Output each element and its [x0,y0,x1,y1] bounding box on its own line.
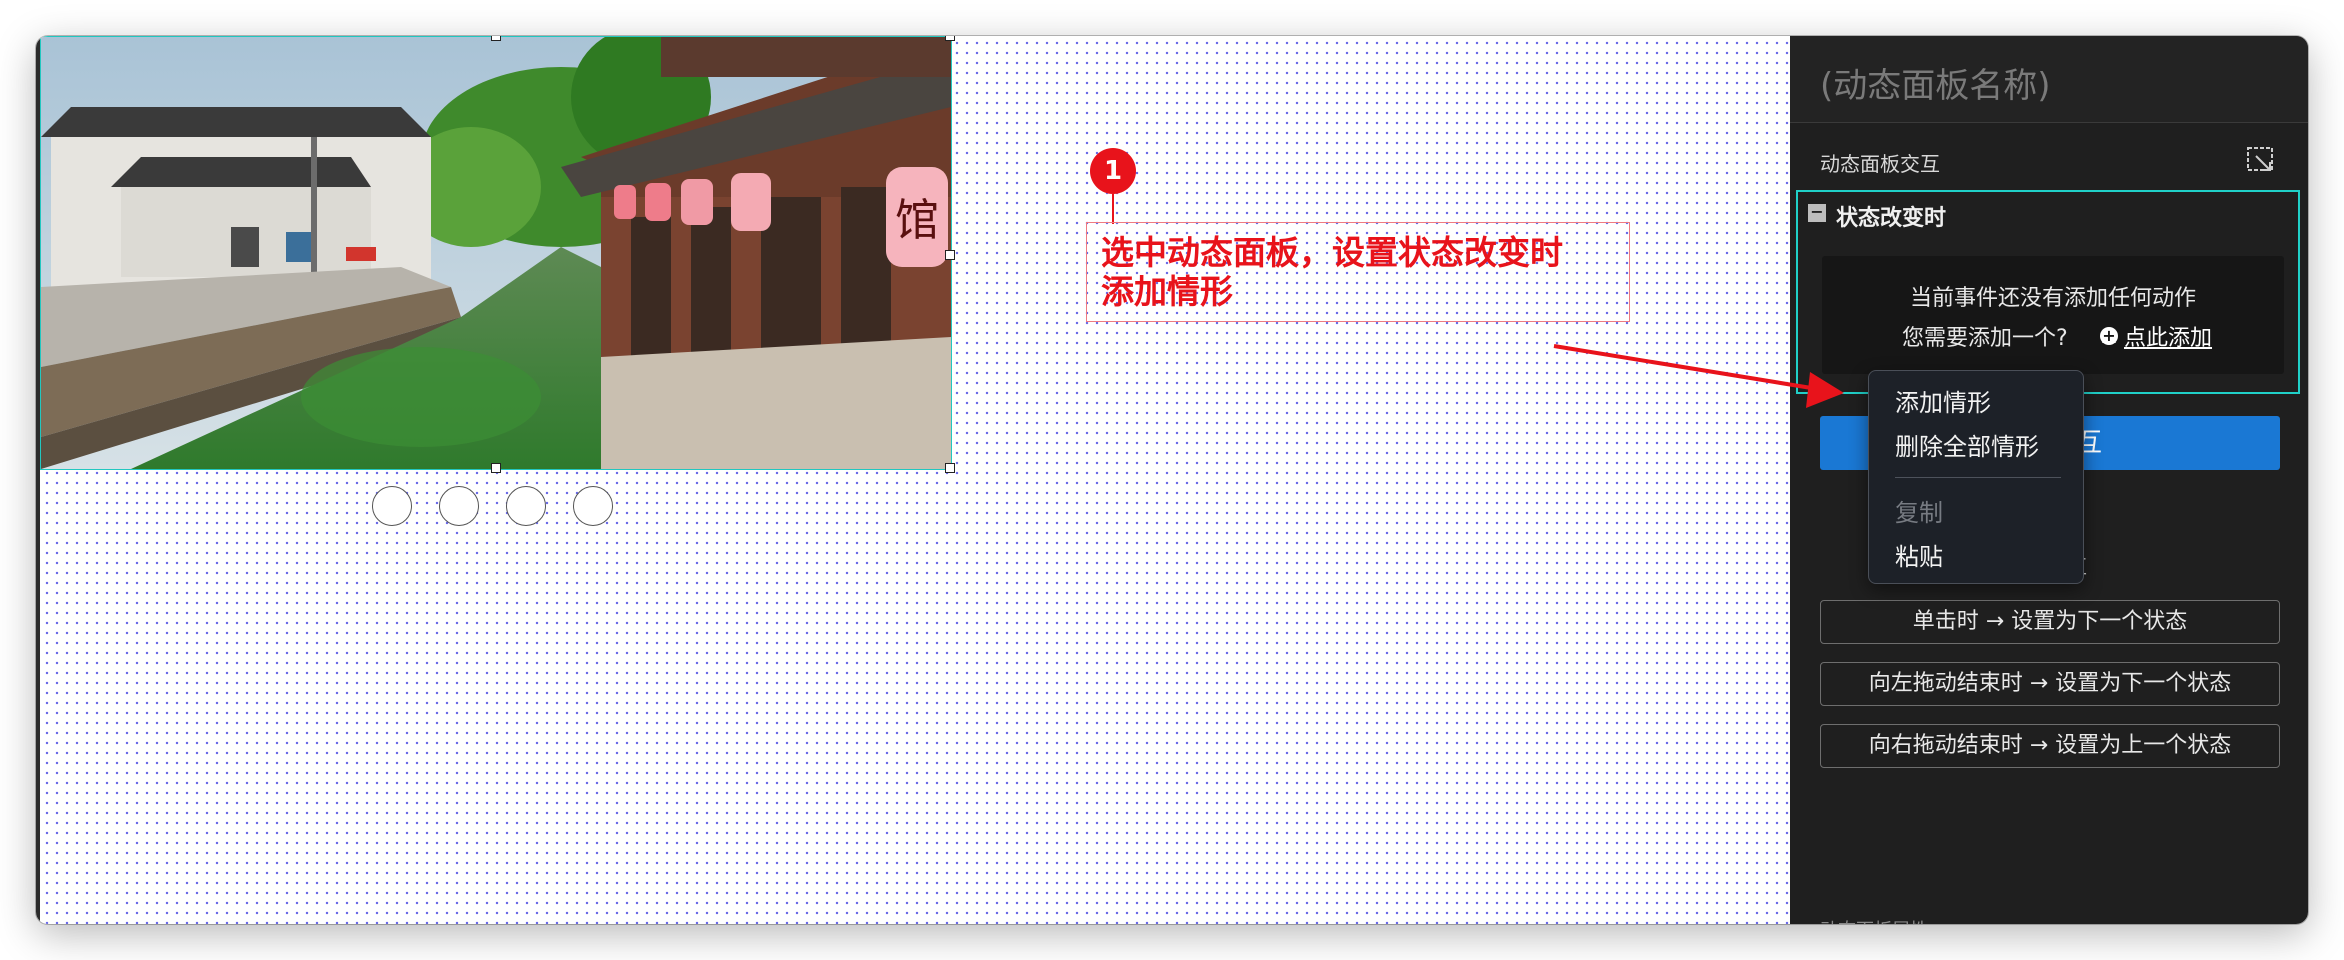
annotation-arrow [1553,344,1844,408]
app-window: 馆 1 选中动态面板，设置状态改变时 添加情形 (动态面板名称) 动态面板交互 [36,36,2308,924]
